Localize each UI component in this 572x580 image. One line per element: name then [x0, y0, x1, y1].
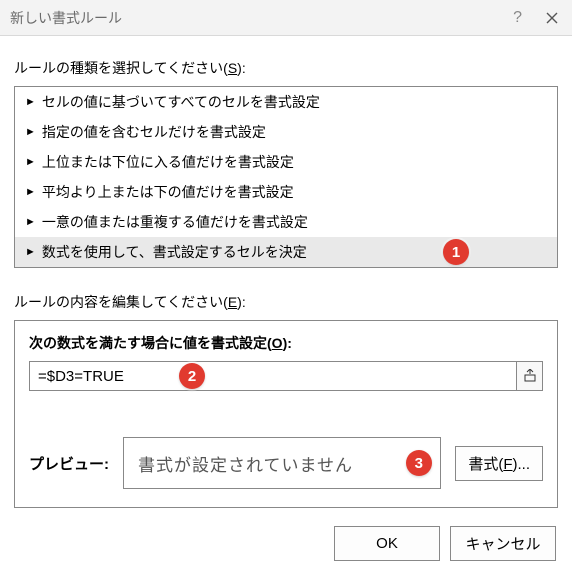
- rule-type-item-label: 平均より上または下の値だけを書式設定: [42, 182, 294, 202]
- triangle-icon: ►: [25, 247, 36, 258]
- rule-type-item-label: 数式を使用して、書式設定するセルを決定: [42, 242, 307, 262]
- preview-label: プレビュー:: [29, 453, 109, 474]
- cancel-button[interactable]: キャンセル: [450, 526, 556, 561]
- triangle-icon: ►: [25, 127, 36, 138]
- close-icon[interactable]: [538, 8, 566, 28]
- rule-type-item[interactable]: ► 上位または下位に入る値だけを書式設定: [15, 147, 557, 177]
- formula-input-row: 2: [29, 361, 543, 391]
- titlebar: 新しい書式ルール ?: [0, 0, 572, 36]
- collapse-dialog-icon[interactable]: [517, 361, 543, 391]
- rule-type-item[interactable]: ► セルの値に基づいてすべてのセルを書式設定: [15, 87, 557, 117]
- rule-type-item-label: 上位または下位に入る値だけを書式設定: [42, 152, 294, 172]
- window-title: 新しい書式ルール: [10, 8, 122, 28]
- triangle-icon: ►: [25, 217, 36, 228]
- triangle-icon: ►: [25, 157, 36, 168]
- triangle-icon: ►: [25, 97, 36, 108]
- annotation-badge-1: 1: [443, 239, 469, 265]
- rule-type-item-label: 一意の値または重複する値だけを書式設定: [42, 212, 308, 232]
- ok-button[interactable]: OK: [334, 526, 440, 561]
- rule-type-item[interactable]: ► 一意の値または重複する値だけを書式設定: [15, 207, 557, 237]
- annotation-badge-3: 3: [406, 450, 432, 476]
- formula-input[interactable]: [29, 361, 517, 391]
- rule-type-item-label: 指定の値を含むセルだけを書式設定: [42, 122, 266, 142]
- triangle-icon: ►: [25, 187, 36, 198]
- formula-label: 次の数式を満たす場合に値を書式設定(O):: [29, 333, 543, 353]
- rule-type-label: ルールの種類を選択してください(S):: [14, 58, 558, 78]
- formula-section: 次の数式を満たす場合に値を書式設定(O): 2 プレビュー: 書式が設定されてい…: [14, 320, 558, 508]
- title-controls: ?: [513, 0, 566, 35]
- preview-row: プレビュー: 書式が設定されていません 3 書式(F)...: [29, 437, 543, 489]
- help-icon[interactable]: ?: [513, 9, 522, 27]
- format-button[interactable]: 書式(F)...: [455, 446, 543, 481]
- dialog-buttons: OK キャンセル: [14, 526, 558, 561]
- rule-type-item[interactable]: ► 指定の値を含むセルだけを書式設定: [15, 117, 557, 147]
- rule-type-item[interactable]: ► 平均より上または下の値だけを書式設定: [15, 177, 557, 207]
- preview-text: 書式が設定されていません: [138, 451, 353, 476]
- dialog-content: ルールの種類を選択してください(S): ► セルの値に基づいてすべてのセルを書式設…: [0, 36, 572, 575]
- rule-type-item-label: セルの値に基づいてすべてのセルを書式設定: [42, 92, 320, 112]
- rule-type-item[interactable]: ► 数式を使用して、書式設定するセルを決定 1: [15, 237, 557, 267]
- rule-type-list[interactable]: ► セルの値に基づいてすべてのセルを書式設定 ► 指定の値を含むセルだけを書式設定 ► 上…: [14, 86, 558, 268]
- rule-content-label: ルールの内容を編集してください(E):: [14, 292, 558, 312]
- preview-box: 書式が設定されていません 3: [123, 437, 441, 489]
